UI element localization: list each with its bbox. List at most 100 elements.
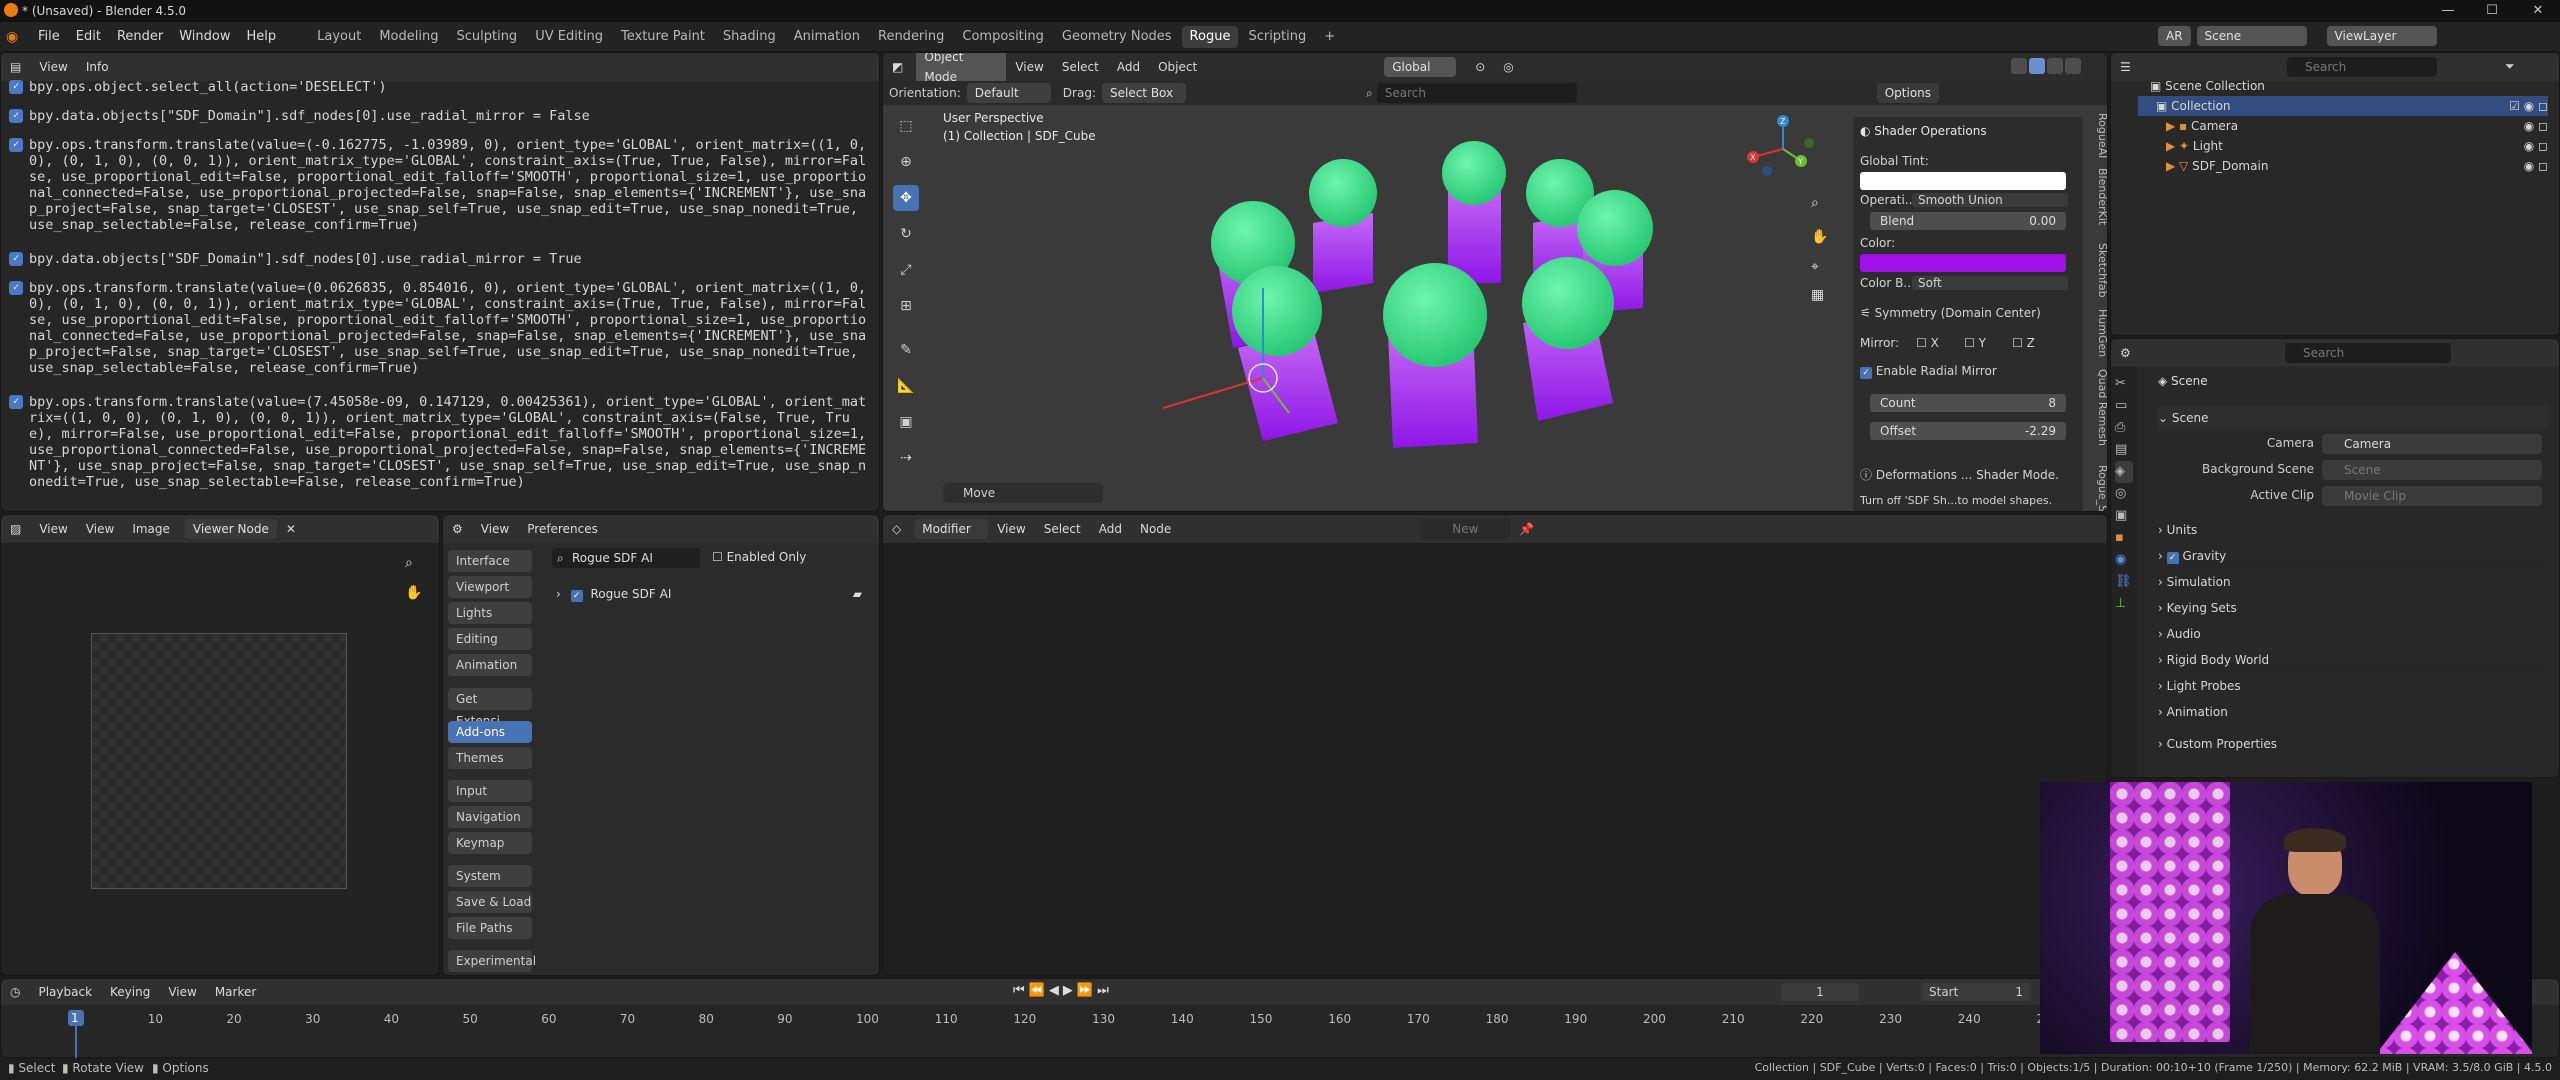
close-window-button[interactable]: ✕ <box>2520 0 2556 22</box>
pref-editing[interactable]: Editing <box>448 628 532 650</box>
filter-icon[interactable]: ⏷ <box>2505 59 2515 74</box>
symmetry-title[interactable]: ⚟ Symmetry (Domain Center) <box>1860 306 2070 324</box>
pref-get-extensions[interactable]: Get Extensi... <box>448 688 532 728</box>
pref-interface[interactable]: Interface <box>448 550 532 572</box>
camera-view-icon[interactable]: ⌖ <box>1811 259 1819 275</box>
viewlayer-selector[interactable]: ViewLayer <box>2326 26 2437 46</box>
extra-tool[interactable]: ⇢ <box>893 445 919 471</box>
start-frame-field[interactable]: Start 1 <box>1921 983 2031 1001</box>
move-tool[interactable]: ✥ <box>893 185 919 211</box>
mirror-z-checkbox[interactable]: ☐ Z <box>2012 336 2035 350</box>
info-log-entry[interactable]: ✓ bpy.ops.object.select_all(action='DESEL… <box>9 79 873 95</box>
addon-enabled-checkbox[interactable]: ✓ <box>570 590 583 602</box>
select-tool[interactable]: ⬚ <box>893 113 919 139</box>
visibility-eye-icon[interactable]: ◉ ◻ <box>2524 136 2548 156</box>
section-custom-properties[interactable]: › Custom Properties <box>2158 732 2548 756</box>
image-menu-view[interactable]: View <box>77 515 123 543</box>
tab-geometry-nodes[interactable]: Geometry Nodes <box>1054 26 1180 48</box>
tab-rogue[interactable]: Rogue <box>1181 25 1239 48</box>
pref-animation[interactable]: Animation <box>448 654 532 676</box>
material-shading-icon[interactable] <box>2047 58 2063 74</box>
tab-sketchfab[interactable]: Sketchfab <box>2093 243 2107 298</box>
viewport-menu-view[interactable]: View <box>1006 53 1052 81</box>
editor-type-icon[interactable]: ⚙ <box>2111 339 2140 367</box>
visibility-eye-icon[interactable]: ◉ ◻ <box>2524 116 2548 136</box>
shading-modes[interactable] <box>2011 58 2081 74</box>
tab-layout[interactable]: Layout <box>309 26 369 48</box>
active-clip-field[interactable]: Movie Clip <box>2322 486 2542 506</box>
info-log-entry[interactable]: ✓ bpy.data.objects["SDF_Domain"].sdf_node… <box>9 251 873 267</box>
tab-animation[interactable]: Animation <box>786 26 868 48</box>
viewer-canvas[interactable] <box>91 633 347 889</box>
editor-type-icon[interactable]: ▤ <box>1 53 30 81</box>
blender-menu-icon[interactable]: ◉ <box>6 29 30 45</box>
pan-hand-icon[interactable]: ✋ <box>1811 229 1828 245</box>
last-operator-panel[interactable]: Move <box>943 483 1103 503</box>
info-log-entry[interactable]: ✓ bpy.ops.transform.translate(value=(7.45… <box>9 394 873 490</box>
pref-system[interactable]: System <box>448 865 532 887</box>
menu-file[interactable]: File <box>30 22 68 52</box>
zoom-icon[interactable]: ⌕ <box>1811 195 1819 211</box>
add-cube-tool[interactable]: ▣ <box>893 409 919 435</box>
blend-slider[interactable]: Blend 0.00 <box>1870 212 2066 230</box>
outliner-item-light[interactable]: ▶ ✦ Light ◉ ◻ <box>2166 136 2548 156</box>
ar-selector[interactable]: AR <box>2158 26 2191 46</box>
section-simulation[interactable]: › Simulation <box>2158 570 2548 594</box>
scale-tool[interactable]: ⤢ <box>893 257 919 283</box>
pref-navigation[interactable]: Navigation <box>448 806 532 828</box>
pref-themes[interactable]: Themes <box>448 747 532 769</box>
section-audio[interactable]: › Audio <box>2158 622 2548 646</box>
enable-radial-mirror-checkbox[interactable]: ✓ Enable Radial Mirror <box>1860 364 2070 382</box>
sdf-shape[interactable] <box>1442 141 1506 283</box>
drag-selector[interactable]: Select Box <box>1101 83 1186 103</box>
cursor-tool[interactable]: ⊕ <box>893 149 919 175</box>
global-tint-swatch[interactable] <box>1860 172 2066 190</box>
section-units[interactable]: › Units <box>2158 518 2548 542</box>
pref-menu-view[interactable]: View <box>472 515 518 543</box>
transform-space-selector[interactable]: Global <box>1384 57 1457 77</box>
pref-save-load[interactable]: Save & Load <box>448 891 532 913</box>
pref-experimental[interactable]: Experimental <box>448 950 536 972</box>
section-rigid-body-world[interactable]: › Rigid Body World <box>2158 648 2548 672</box>
node-menu-view[interactable]: View <box>988 515 1034 543</box>
menu-render[interactable]: Render <box>109 22 171 52</box>
properties-search-input[interactable]: Search <box>2285 343 2451 363</box>
constraint-tab-icon[interactable]: ⛓ <box>2115 571 2133 593</box>
tab-humgen[interactable]: HumGen <box>2093 309 2107 357</box>
snap-icon[interactable]: ⊙ <box>1466 53 1494 81</box>
rotate-tool[interactable]: ↻ <box>893 221 919 247</box>
editor-type-icon[interactable]: ◷ <box>1 979 29 1006</box>
new-node-tree-button[interactable]: New <box>1420 519 1511 539</box>
info-log-entry[interactable]: ✓ bpy.data.objects["SDF_Domain"].sdf_node… <box>9 108 873 124</box>
editor-type-icon[interactable]: ◩ <box>883 53 912 81</box>
viewport-search-input[interactable]: Search <box>1376 83 1577 103</box>
proportional-edit-icon[interactable]: ◎ <box>1494 53 1522 81</box>
tab-quad-remesh[interactable]: Quad Remesh <box>2093 369 2107 446</box>
timeline-menu-marker[interactable]: Marker <box>206 979 265 1006</box>
mirror-y-checkbox[interactable]: ☐ Y <box>1964 336 1986 350</box>
data-tab-icon[interactable]: ⊥ <box>2115 593 2133 615</box>
gear-icon[interactable]: ⚙ <box>443 515 472 543</box>
object-tab-icon[interactable]: ▪ <box>2115 527 2133 549</box>
outliner-item-camera[interactable]: ▶ ▪ Camera ◉ ◻ <box>2166 116 2548 136</box>
addon-row[interactable]: › ✓ Rogue SDF AI ▰ <box>556 584 862 604</box>
section-animation[interactable]: › Animation <box>2158 700 2548 724</box>
measure-tool[interactable]: 📐 <box>893 373 919 399</box>
section-keying-sets[interactable]: › Keying Sets <box>2158 596 2548 620</box>
collection-tab-icon[interactable]: ▣ <box>2115 505 2133 527</box>
maximize-button[interactable]: ☐ <box>2474 0 2510 22</box>
timeline-menu-playback[interactable]: Playback <box>29 979 101 1006</box>
sdf-shape[interactable] <box>1383 263 1487 448</box>
sdf-shape[interactable] <box>1309 159 1377 293</box>
pref-add-ons[interactable]: Add-ons <box>448 721 532 743</box>
rendered-shading-icon[interactable] <box>2065 58 2081 74</box>
x-axis-arrow[interactable] <box>1162 377 1264 409</box>
scene-selector[interactable]: Scene <box>2196 26 2307 46</box>
section-light-probes[interactable]: › Light Probes <box>2158 674 2548 698</box>
section-gravity[interactable]: › ✓ Gravity <box>2158 544 2548 568</box>
tab-rogueai[interactable]: RogueAI <box>2093 113 2107 158</box>
render-tab-icon[interactable]: ▭ <box>2115 395 2133 417</box>
tool-tab-icon[interactable]: ✂ <box>2115 373 2133 395</box>
world-tab-icon[interactable]: ◎ <box>2115 483 2133 505</box>
output-tab-icon[interactable]: ⎙ <box>2115 417 2133 439</box>
